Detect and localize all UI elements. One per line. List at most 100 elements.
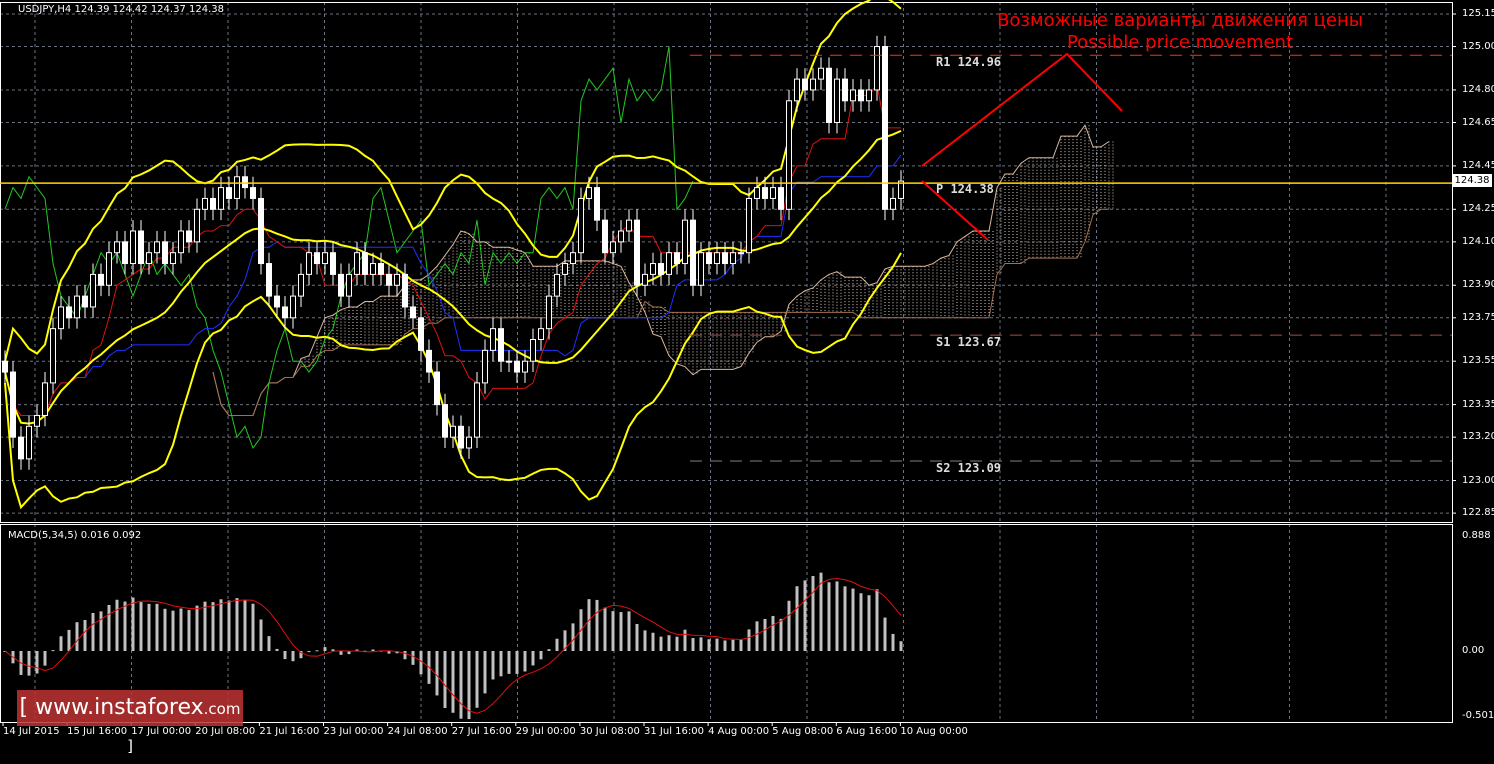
macd-histogram-bar xyxy=(683,629,687,651)
macd-histogram-bar xyxy=(259,619,263,651)
candle-bull xyxy=(474,382,480,438)
price-tick-label: 124.65 xyxy=(1462,116,1494,128)
macd-histogram-bar xyxy=(243,599,247,651)
candle-bull xyxy=(346,273,352,297)
candle-bull xyxy=(146,252,152,265)
price-tick-label: 124.80 xyxy=(1462,83,1494,95)
candle-bull xyxy=(450,425,456,438)
candle-bull xyxy=(666,252,672,275)
macd-histogram-bar xyxy=(747,629,751,651)
candle-bear xyxy=(362,252,368,275)
price-tick-label: 123.55 xyxy=(1462,355,1494,367)
pivot-s2-label: S2 123.09 xyxy=(936,461,1002,475)
macd-histogram-bar xyxy=(627,611,631,651)
candle-bull xyxy=(154,241,160,254)
macd-histogram-bar xyxy=(499,651,503,677)
candle-bear xyxy=(226,187,232,199)
time-tick-label: 23 Jul 00:00 xyxy=(323,726,384,737)
macd-histogram-bar xyxy=(699,637,703,651)
candle-bull xyxy=(290,295,296,319)
macd-histogram-bar xyxy=(587,599,591,651)
time-tick-label: 14 Jul 2015 xyxy=(3,726,60,737)
candle-bear xyxy=(82,295,88,308)
macd-histogram-bar xyxy=(107,604,111,651)
candle-bull xyxy=(786,100,792,210)
candle-bear xyxy=(258,197,264,265)
annotation-en: Possible price movement xyxy=(1066,32,1294,53)
time-tick-label: 15 Jul 16:00 xyxy=(67,726,128,737)
macd-histogram-bar xyxy=(483,651,487,694)
candle-bull xyxy=(626,219,632,232)
candle-bull xyxy=(26,425,32,460)
macd-histogram-bar xyxy=(115,599,119,651)
macd-histogram-bar xyxy=(723,640,727,651)
time-tick-label: 6 Aug 16:00 xyxy=(836,726,898,737)
macd-histogram-bar xyxy=(411,651,415,665)
candle-bear xyxy=(250,187,256,199)
price-tick-label: 124.25 xyxy=(1462,203,1494,215)
candle-bull xyxy=(90,273,96,308)
macd-histogram-bar xyxy=(331,649,335,651)
macd-histogram-bar xyxy=(771,615,775,651)
candle-bear xyxy=(282,306,288,319)
candle-bull xyxy=(650,263,656,275)
macd-histogram-bar xyxy=(75,622,79,651)
candle-bear xyxy=(266,263,272,297)
macd-tick-label: 0.888 xyxy=(1462,530,1491,541)
macd-histogram-bar xyxy=(91,612,95,651)
candle-bear xyxy=(842,78,848,102)
macd-histogram-bar xyxy=(35,651,39,674)
macd-histogram-bar xyxy=(531,651,535,666)
candle-bull xyxy=(394,273,400,286)
macd-histogram-bar xyxy=(251,603,255,651)
macd-histogram-bar xyxy=(43,651,47,666)
macd-histogram-bar xyxy=(203,601,207,651)
candle-bear xyxy=(210,197,216,210)
candle-bull xyxy=(42,382,48,416)
candle-bull xyxy=(298,273,304,297)
candle-bear xyxy=(762,187,768,199)
chart-canvas[interactable] xyxy=(0,0,1494,741)
macd-histogram-bar xyxy=(147,603,151,651)
candle-bull xyxy=(746,197,752,254)
candle-bull xyxy=(850,89,856,102)
candle-bull xyxy=(546,295,552,330)
macd-histogram-bar xyxy=(707,639,711,651)
candle-bear xyxy=(410,306,416,319)
macd-histogram-bar xyxy=(171,610,175,651)
candle-bear xyxy=(10,371,16,438)
time-tick-label: 24 Jul 08:00 xyxy=(387,726,448,737)
candle-bull xyxy=(818,67,824,80)
candle-bear xyxy=(690,219,696,286)
candle-bear xyxy=(314,252,320,265)
candle-bull xyxy=(642,273,648,286)
macd-histogram-bar xyxy=(491,651,495,680)
macd-histogram-bar xyxy=(891,633,895,651)
macd-histogram-bar xyxy=(547,649,551,651)
macd-histogram-bar xyxy=(187,610,191,651)
candle-bear xyxy=(458,425,464,449)
macd-histogram-bar xyxy=(595,599,599,651)
candle-bear xyxy=(330,252,336,275)
candle-bear xyxy=(706,252,712,265)
macd-histogram-bar xyxy=(459,651,463,719)
candle-bull xyxy=(74,295,80,319)
instaforex-logo[interactable]: [ www.instaforex.com ] xyxy=(17,690,243,755)
candle-bull xyxy=(578,197,584,254)
price-tick-label: 123.20 xyxy=(1462,431,1494,443)
macd-histogram-bar xyxy=(51,650,55,652)
macd-histogram-bar xyxy=(275,648,279,651)
price-tick-label: 125.15 xyxy=(1462,8,1494,19)
macd-histogram-bar xyxy=(779,618,783,651)
current-price-tag: 124.38 xyxy=(1452,174,1492,187)
candle-bear xyxy=(594,187,600,221)
macd-histogram-bar xyxy=(555,638,559,651)
candle-bear xyxy=(138,230,144,265)
macd-histogram-bar xyxy=(339,651,343,655)
time-tick-label: 30 Jul 08:00 xyxy=(579,726,640,737)
macd-histogram-bar xyxy=(467,651,471,720)
price-tick-label: 123.00 xyxy=(1462,474,1494,486)
candle-bull xyxy=(586,187,592,199)
price-tick-label: 122.85 xyxy=(1462,507,1494,519)
candle-bear xyxy=(242,176,248,189)
